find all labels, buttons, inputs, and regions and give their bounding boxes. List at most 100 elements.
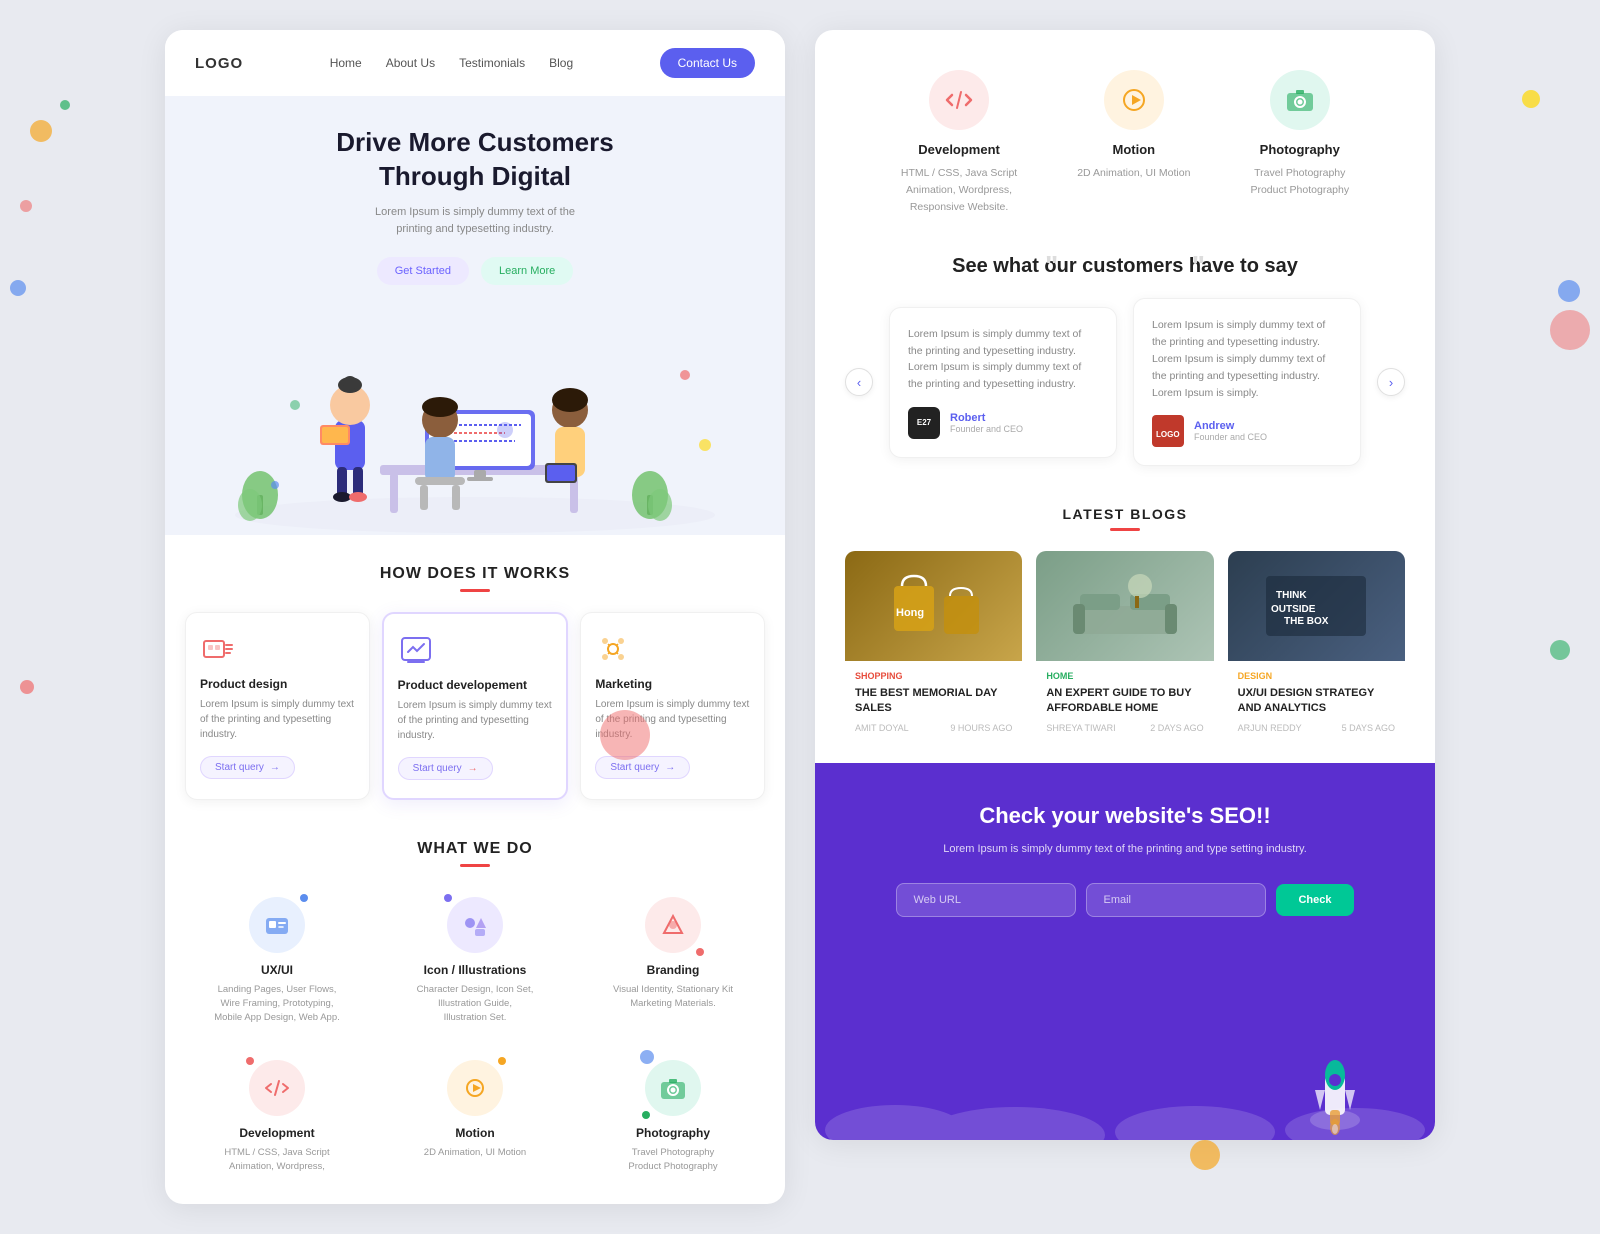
branding-icon-wrap xyxy=(645,897,701,953)
how-card-title-2: Product developement xyxy=(398,678,553,692)
check-button[interactable]: Check xyxy=(1276,884,1353,916)
email-input[interactable] xyxy=(1086,883,1266,917)
blogs-title: LATEST BLOGS xyxy=(845,506,1405,522)
svg-text:LOGO: LOGO xyxy=(1156,430,1180,439)
author-name-2: Andrew xyxy=(1194,420,1267,432)
testimonials-section: " See what our customers have to say " ‹… xyxy=(815,235,1435,486)
svg-text:THE BOX: THE BOX xyxy=(1284,616,1329,627)
uxui-desc: Landing Pages, User Flows,Wire Framing, … xyxy=(193,983,361,1026)
testimonial-text-2: Lorem Ipsum is simply dummy text of the … xyxy=(1152,317,1342,401)
testimonials-next[interactable]: › xyxy=(1377,368,1405,396)
dot-accent xyxy=(300,894,308,902)
how-cards: Product design Lorem Ipsum is simply dum… xyxy=(185,612,765,800)
navbar: LOGO Home About Us Testimonials Blog Con… xyxy=(165,30,785,96)
author-avatar-1: E27 xyxy=(908,407,940,439)
how-title: HOW DOES IT WORKS xyxy=(185,565,765,583)
service-uxui: UX/UI Landing Pages, User Flows,Wire Fra… xyxy=(185,887,369,1036)
motion-icon-wrap xyxy=(447,1060,503,1116)
seo-title: Check your website's SEO!! xyxy=(855,803,1395,829)
how-underline xyxy=(460,589,490,592)
rocket-illustration xyxy=(1295,1035,1375,1140)
author-info-2: Andrew Founder and CEO xyxy=(1194,420,1267,442)
nav-blog[interactable]: Blog xyxy=(549,56,573,70)
blogs-section: LATEST BLOGS Hong xyxy=(815,486,1435,763)
service-branding: Branding Visual Identity, Stationary Kit… xyxy=(581,887,765,1036)
top-dev-desc: HTML / CSS, Java ScriptAnimation, Wordpr… xyxy=(901,165,1017,215)
hero-subtitle: Lorem Ipsum is simply dummy text of thep… xyxy=(195,204,755,239)
blog-meta-3: ARJUN REDDY 5 DAYS AGO xyxy=(1238,723,1395,733)
blog-card-1: Hong SHOPPING THE BEST MEMORIAL DAY SALE… xyxy=(845,551,1022,743)
nav-about[interactable]: About Us xyxy=(386,56,435,70)
what-title: WHAT WE DO xyxy=(185,840,765,858)
how-card-desc-2: Lorem Ipsum is simply dummy text of the … xyxy=(398,698,553,743)
blog-category-3: DESIGN xyxy=(1238,671,1395,681)
logo: LOGO xyxy=(195,55,243,72)
testimonials-cards: ‹ Lorem Ipsum is simply dummy text of th… xyxy=(845,298,1405,466)
testimonial-author-2: LOGO Andrew Founder and CEO xyxy=(1152,415,1342,447)
start-query-btn-3[interactable]: Start query → xyxy=(595,756,690,779)
top-photo-icon xyxy=(1270,70,1330,130)
seo-form: Check xyxy=(855,883,1395,917)
svg-text:THINK: THINK xyxy=(1276,590,1307,601)
author-info-1: Robert Founder and CEO xyxy=(950,412,1023,434)
testimonials-title: " See what our customers have to say " xyxy=(845,255,1405,278)
blog-card-3: THINK OUTSIDE THE BOX DESIGN UX/UI DESIG… xyxy=(1228,551,1405,743)
service-development: Development HTML / CSS, Java ScriptAnima… xyxy=(185,1050,369,1185)
blog-body-3: DESIGN UX/UI DESIGN STRATEGY AND ANALYTI… xyxy=(1228,661,1405,743)
hero-section: Drive More CustomersThrough Digital Lore… xyxy=(165,96,785,535)
right-panel: Development HTML / CSS, Java ScriptAnima… xyxy=(815,30,1435,1140)
how-card-title-1: Product design xyxy=(200,677,355,691)
blog-body-2: HOME AN EXPERT GUIDE TO BUY AFFORDABLE H… xyxy=(1036,661,1213,743)
dot-accent xyxy=(246,1057,254,1065)
how-card-desc-1: Lorem Ipsum is simply dummy text of the … xyxy=(200,697,355,742)
learn-more-button[interactable]: Learn More xyxy=(481,257,573,285)
blog-author-3: ARJUN REDDY xyxy=(1238,723,1302,733)
left-panel: LOGO Home About Us Testimonials Blog Con… xyxy=(165,30,785,1204)
top-motion-icon xyxy=(1104,70,1164,130)
blog-heading-3: UX/UI DESIGN STRATEGY AND ANALYTICS xyxy=(1238,686,1395,715)
start-query-btn-2[interactable]: Start query → xyxy=(398,757,493,780)
icons-desc: Character Design, Icon Set,Illustration … xyxy=(391,983,559,1026)
uxui-name: UX/UI xyxy=(193,963,361,977)
service-icons: Icon / Illustrations Character Design, I… xyxy=(383,887,567,1036)
dev-name: Development xyxy=(193,1126,361,1140)
service-photography: Photography Travel PhotographyProduct Ph… xyxy=(581,1050,765,1185)
seo-section: Check your website's SEO!! Lorem Ipsum i… xyxy=(815,763,1435,1140)
motion-name: Motion xyxy=(391,1126,559,1140)
blog-time-1: 9 HOURS AGO xyxy=(950,723,1012,733)
blog-time-3: 5 DAYS AGO xyxy=(1342,723,1395,733)
get-started-button[interactable]: Get Started xyxy=(377,257,469,285)
svg-text:Hong: Hong xyxy=(896,607,924,619)
hero-illustration xyxy=(195,305,755,535)
hero-buttons: Get Started Learn More xyxy=(195,257,755,285)
blog-heading-1: THE BEST MEMORIAL DAY SALES xyxy=(855,686,1012,715)
author-avatar-2: LOGO xyxy=(1152,415,1184,447)
photo-name: Photography xyxy=(589,1126,757,1140)
testimonial-card-2: Lorem Ipsum is simply dummy text of the … xyxy=(1133,298,1361,466)
branding-name: Branding xyxy=(589,963,757,977)
nav-links: Home About Us Testimonials Blog xyxy=(330,54,573,72)
contact-us-button[interactable]: Contact Us xyxy=(660,48,755,78)
blog-category-2: HOME xyxy=(1046,671,1203,681)
how-card-marketing: Marketing Lorem Ipsum is simply dummy te… xyxy=(580,612,765,800)
web-url-input[interactable] xyxy=(896,883,1076,917)
what-we-do-section: WHAT WE DO UX/UI Landing Pa xyxy=(165,820,785,1204)
hero-title: Drive More CustomersThrough Digital xyxy=(195,126,755,194)
motion-desc: 2D Animation, UI Motion xyxy=(391,1146,559,1160)
testimonials-prev[interactable]: ‹ xyxy=(845,368,873,396)
product-dev-icon xyxy=(398,632,434,668)
icons-icon-wrap xyxy=(447,897,503,953)
author-role-1: Founder and CEO xyxy=(950,424,1023,434)
top-motion-name: Motion xyxy=(1077,142,1190,157)
service-top-motion: Motion 2D Animation, UI Motion xyxy=(1077,70,1190,215)
photo-icon-wrap xyxy=(645,1060,701,1116)
uxui-icon-wrap xyxy=(249,897,305,953)
service-top-photography: Photography Travel PhotographyProduct Ph… xyxy=(1250,70,1349,215)
nav-testimonials[interactable]: Testimonials xyxy=(459,56,525,70)
dot-accent xyxy=(444,894,452,902)
svg-text:OUTSIDE: OUTSIDE xyxy=(1271,604,1316,615)
nav-home[interactable]: Home xyxy=(330,56,362,70)
testimonial-card-1: Lorem Ipsum is simply dummy text of the … xyxy=(889,307,1117,458)
start-query-btn-1[interactable]: Start query → xyxy=(200,756,295,779)
blog-img-2 xyxy=(1036,551,1213,661)
